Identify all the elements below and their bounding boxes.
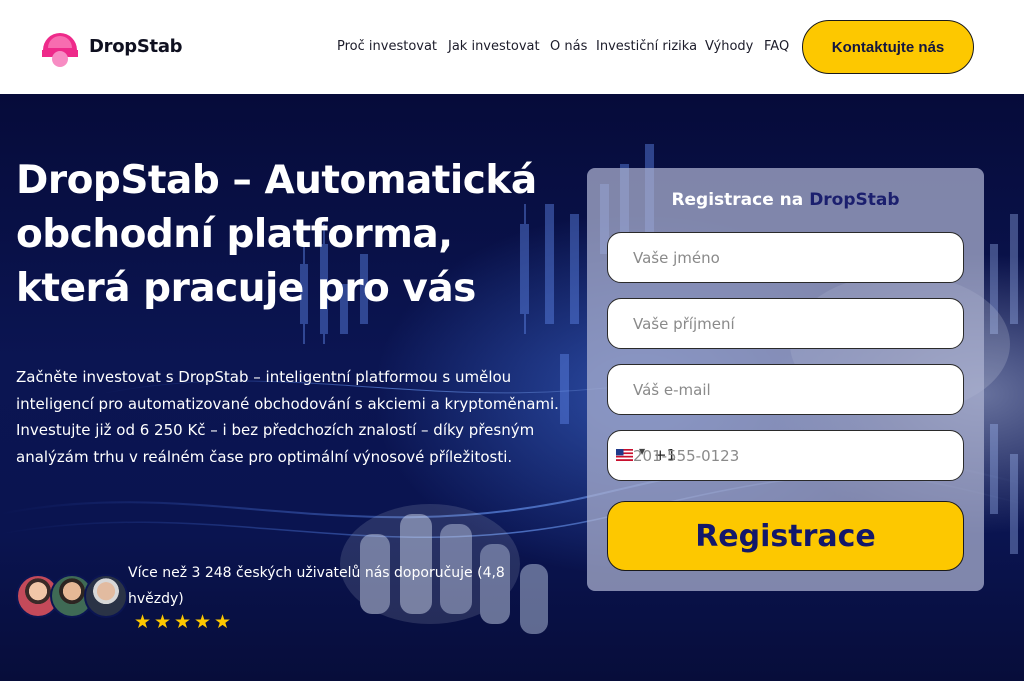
logo[interactable]: DropStab (39, 26, 189, 68)
nav-link-investicni-rizika[interactable]: Investiční rizika (596, 39, 697, 54)
star-icon: ★ (214, 611, 232, 633)
form-title: Registrace na DropStab (587, 190, 984, 210)
first-name-input[interactable] (608, 233, 963, 282)
form-title-brand: DropStab (809, 190, 900, 210)
nav-link-jak-investovat[interactable]: Jak investovat (448, 39, 540, 54)
email-input[interactable] (608, 365, 963, 414)
last-name-input[interactable] (608, 299, 963, 348)
hero-title: DropStab – Automatická obchodní platform… (16, 158, 537, 311)
last-name-field (607, 298, 964, 349)
star-icon: ★ (134, 611, 152, 633)
nav-link-vyhody[interactable]: Výhody (705, 39, 753, 54)
phone-input[interactable] (608, 431, 963, 480)
email-field (607, 364, 964, 415)
hero-section: DropStab – Automatická obchodní platform… (0, 94, 1024, 681)
nav-link-o-nas[interactable]: O nás (550, 39, 587, 54)
star-icon: ★ (154, 611, 172, 633)
star-icon: ★ (194, 611, 212, 633)
logo-text: DropStab (89, 36, 183, 57)
site-header: DropStab Proč investovat Jak investovat … (0, 0, 1024, 94)
nav-link-proc-investovat[interactable]: Proč investovat (337, 39, 437, 54)
first-name-field (607, 232, 964, 283)
registration-form: Registrace na DropStab ▼ (587, 168, 984, 591)
star-icon: ★ (174, 611, 192, 633)
contact-button[interactable]: Kontaktujte nás (802, 20, 974, 74)
phone-field: ▼ +1 (607, 430, 964, 481)
hero-description: Začněte investovat s DropStab – intelige… (16, 368, 559, 466)
nav-link-faq[interactable]: FAQ (764, 39, 789, 54)
form-title-prefix: Registrace na (671, 190, 804, 210)
register-button[interactable]: Registrace (607, 501, 964, 571)
dropstab-logo-icon (42, 33, 78, 67)
user-avatars (16, 574, 128, 620)
avatar (84, 574, 128, 618)
recommendation-text: Více než 3 248 českých uživatelů nás dop… (128, 565, 505, 607)
